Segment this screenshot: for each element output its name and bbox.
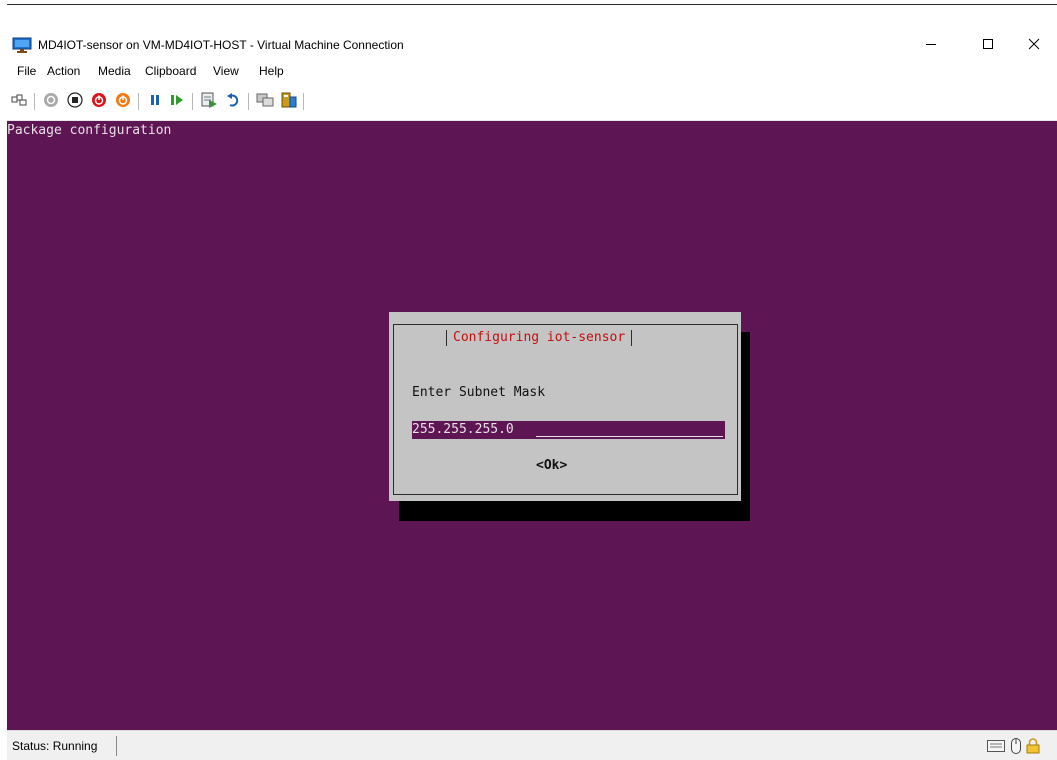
checkpoint-icon xyxy=(200,91,218,112)
toolbar xyxy=(7,82,1057,121)
keyboard-icon xyxy=(987,738,1005,754)
menu-bar: File Action Media Clipboard View Help xyxy=(7,60,1057,82)
minimize-button[interactable] xyxy=(908,30,954,60)
vm-connection-window: MD4IOT-sensor on VM-MD4IOT-HOST - Virtua… xyxy=(7,30,1057,760)
enhanced-session-button[interactable] xyxy=(255,91,275,111)
menu-file[interactable]: File xyxy=(17,64,36,78)
start-button[interactable] xyxy=(41,91,61,111)
maximize-icon xyxy=(982,38,994,53)
lock-icon xyxy=(1026,738,1040,754)
subnet-mask-input[interactable]: 255.255.255.0 xyxy=(412,421,725,439)
pause-button[interactable] xyxy=(145,91,165,111)
minimize-icon xyxy=(925,38,937,53)
toolbar-separator xyxy=(303,93,304,110)
toolbar-separator xyxy=(138,93,139,110)
subnet-mask-value: 255.255.255.0 xyxy=(412,422,514,437)
top-divider xyxy=(7,4,1057,5)
dialog-title: Configuring iot-sensor xyxy=(446,330,633,346)
pause-icon xyxy=(148,93,162,110)
toolbar-separator xyxy=(248,93,249,110)
title-bar[interactable]: MD4IOT-sensor on VM-MD4IOT-HOST - Virtua… xyxy=(7,30,1057,60)
ok-button[interactable]: <Ok> xyxy=(536,458,567,473)
dialog-frame: Configuring iot-sensor Enter Subnet Mask… xyxy=(393,324,738,495)
toolbar-separator xyxy=(192,93,193,110)
start-icon xyxy=(43,92,59,111)
console-header: Package configuration xyxy=(7,123,172,138)
status-bar: Status: Running xyxy=(7,730,1057,760)
stop-icon xyxy=(67,91,83,111)
revert-icon xyxy=(225,92,241,111)
dialog-prompt: Enter Subnet Mask xyxy=(412,385,546,400)
status-separator xyxy=(116,736,117,756)
window-title: MD4IOT-sensor on VM-MD4IOT-HOST - Virtua… xyxy=(38,38,404,52)
share-button[interactable] xyxy=(279,91,299,111)
enhanced-session-icon xyxy=(256,91,274,112)
toolbar-separator xyxy=(34,93,35,110)
status-text: Status: Running xyxy=(12,739,98,753)
resume-icon xyxy=(169,93,185,110)
checkpoint-button[interactable] xyxy=(199,91,219,111)
input-underline xyxy=(536,436,723,437)
menu-media[interactable]: Media xyxy=(98,64,131,78)
mouse-icon xyxy=(1011,738,1021,754)
ctrl-alt-del-icon xyxy=(11,93,27,110)
menu-action[interactable]: Action xyxy=(47,64,80,78)
menu-clipboard[interactable]: Clipboard xyxy=(145,64,196,78)
close-button[interactable] xyxy=(1011,30,1057,60)
save-button[interactable] xyxy=(113,91,133,111)
close-icon xyxy=(1028,38,1040,53)
maximize-button[interactable] xyxy=(965,30,1011,60)
resume-button[interactable] xyxy=(167,91,187,111)
shutdown-icon xyxy=(91,92,107,111)
configure-dialog: Configuring iot-sensor Enter Subnet Mask… xyxy=(389,312,741,501)
shut-down-button[interactable] xyxy=(89,91,109,111)
ctrl-alt-del-button[interactable] xyxy=(9,91,29,111)
revert-button[interactable] xyxy=(223,91,243,111)
menu-view[interactable]: View xyxy=(213,64,239,78)
vm-monitor-icon xyxy=(12,37,32,53)
menu-help[interactable]: Help xyxy=(259,64,284,78)
turn-off-button[interactable] xyxy=(65,91,85,111)
save-state-icon xyxy=(115,92,131,111)
vm-console-screen[interactable]: Package configuration Configuring iot-se… xyxy=(7,121,1057,730)
share-icon xyxy=(280,91,298,112)
